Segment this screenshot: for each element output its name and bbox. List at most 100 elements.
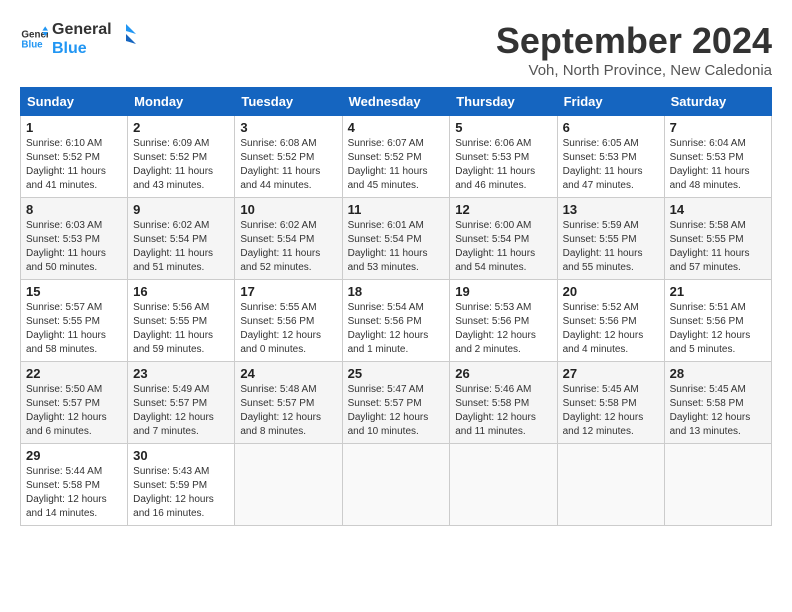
- calendar-cell: 7Sunrise: 6:04 AM Sunset: 5:53 PM Daylig…: [664, 116, 771, 198]
- calendar-cell: 8 Sunrise: 6:03 AM Sunset: 5:53 PM Daylig…: [21, 198, 128, 280]
- calendar-cell: 15 Sunrise: 5:57 AM Sunset: 5:55 PM Dayli…: [21, 280, 128, 362]
- day-number: 11: [348, 202, 445, 217]
- day-info: Sunrise: 6:02 AM Sunset: 5:54 PM Dayligh…: [240, 219, 336, 275]
- logo-blue: Blue: [52, 39, 112, 58]
- calendar-subtitle: Voh, North Province, New Caledonia: [496, 62, 772, 79]
- day-info: Sunrise: 5:46 AM Sunset: 5:58 PM Dayligh…: [455, 383, 551, 439]
- calendar-cell: [557, 444, 664, 526]
- calendar-cell: 4 Sunrise: 6:07 AM Sunset: 5:52 PM Daylig…: [342, 116, 450, 198]
- day-number: 10: [240, 202, 336, 217]
- day-info: Sunrise: 6:01 AM Sunset: 5:54 PM Dayligh…: [348, 219, 445, 275]
- calendar-cell: 16 Sunrise: 5:56 AM Sunset: 5:55 PM Dayli…: [128, 280, 235, 362]
- day-info: Sunrise: 5:52 AM Sunset: 5:56 PM Dayligh…: [563, 301, 659, 357]
- day-number: 1: [26, 120, 122, 135]
- day-number: 28: [670, 366, 766, 381]
- calendar-week-row: 1 Sunrise: 6:10 AM Sunset: 5:52 PM Daylig…: [21, 116, 772, 198]
- weekday-header-thursday: Thursday: [450, 88, 557, 116]
- day-info: Sunrise: 6:06 AM Sunset: 5:53 PM Dayligh…: [455, 137, 551, 193]
- day-number: 26: [455, 366, 551, 381]
- calendar-cell: 2Sunrise: 6:09 AM Sunset: 5:52 PM Daylig…: [128, 116, 235, 198]
- day-number: 25: [348, 366, 445, 381]
- calendar-cell: 6Sunrise: 6:05 AM Sunset: 5:53 PM Daylig…: [557, 116, 664, 198]
- day-info: Sunrise: 5:54 AM Sunset: 5:56 PM Dayligh…: [348, 301, 445, 357]
- calendar-cell: 20Sunrise: 5:52 AM Sunset: 5:56 PM Dayli…: [557, 280, 664, 362]
- calendar-cell: 24Sunrise: 5:48 AM Sunset: 5:57 PM Dayli…: [235, 362, 342, 444]
- weekday-header-wednesday: Wednesday: [342, 88, 450, 116]
- logo-icon: General Blue: [20, 25, 48, 53]
- day-number: 14: [670, 202, 766, 217]
- day-info: Sunrise: 6:10 AM Sunset: 5:52 PM Dayligh…: [26, 137, 122, 193]
- calendar-cell: [664, 444, 771, 526]
- day-number: 27: [563, 366, 659, 381]
- calendar-cell: 12 Sunrise: 6:00 AM Sunset: 5:54 PM Dayli…: [450, 198, 557, 280]
- day-number: 18: [348, 284, 445, 299]
- day-info: Sunrise: 6:09 AM Sunset: 5:52 PM Dayligh…: [133, 137, 229, 193]
- calendar-cell: 21 Sunrise: 5:51 AM Sunset: 5:56 PM Dayli…: [664, 280, 771, 362]
- calendar-cell: [235, 444, 342, 526]
- day-number: 23: [133, 366, 229, 381]
- day-info: Sunrise: 5:50 AM Sunset: 5:57 PM Dayligh…: [26, 383, 122, 439]
- day-number: 5: [455, 120, 551, 135]
- calendar-week-row: 15 Sunrise: 5:57 AM Sunset: 5:55 PM Dayli…: [21, 280, 772, 362]
- calendar-cell: 22 Sunrise: 5:50 AM Sunset: 5:57 PM Dayli…: [21, 362, 128, 444]
- day-number: 16: [133, 284, 229, 299]
- logo-general: General: [52, 20, 112, 39]
- day-number: 29: [26, 448, 122, 463]
- calendar-cell: 1 Sunrise: 6:10 AM Sunset: 5:52 PM Daylig…: [21, 116, 128, 198]
- calendar-cell: 18 Sunrise: 5:54 AM Sunset: 5:56 PM Dayli…: [342, 280, 450, 362]
- calendar-cell: 5 Sunrise: 6:06 AM Sunset: 5:53 PM Daylig…: [450, 116, 557, 198]
- day-number: 17: [240, 284, 336, 299]
- calendar-cell: 3Sunrise: 6:08 AM Sunset: 5:52 PM Daylig…: [235, 116, 342, 198]
- day-number: 15: [26, 284, 122, 299]
- day-info: Sunrise: 6:05 AM Sunset: 5:53 PM Dayligh…: [563, 137, 659, 193]
- calendar-cell: 27 Sunrise: 5:45 AM Sunset: 5:58 PM Dayli…: [557, 362, 664, 444]
- calendar-week-row: 8 Sunrise: 6:03 AM Sunset: 5:53 PM Daylig…: [21, 198, 772, 280]
- day-info: Sunrise: 5:49 AM Sunset: 5:57 PM Dayligh…: [133, 383, 229, 439]
- calendar-cell: 11 Sunrise: 6:01 AM Sunset: 5:54 PM Dayli…: [342, 198, 450, 280]
- day-number: 13: [563, 202, 659, 217]
- calendar-cell: 30 Sunrise: 5:43 AM Sunset: 5:59 PM Dayli…: [128, 444, 235, 526]
- day-info: Sunrise: 5:48 AM Sunset: 5:57 PM Dayligh…: [240, 383, 336, 439]
- day-info: Sunrise: 5:55 AM Sunset: 5:56 PM Dayligh…: [240, 301, 336, 357]
- weekday-header-saturday: Saturday: [664, 88, 771, 116]
- calendar-cell: 26 Sunrise: 5:46 AM Sunset: 5:58 PM Dayli…: [450, 362, 557, 444]
- day-info: Sunrise: 5:57 AM Sunset: 5:55 PM Dayligh…: [26, 301, 122, 357]
- page-header: General Blue General Blue September 2024…: [20, 20, 772, 79]
- day-info: Sunrise: 6:00 AM Sunset: 5:54 PM Dayligh…: [455, 219, 551, 275]
- calendar-cell: [342, 444, 450, 526]
- weekday-header-friday: Friday: [557, 88, 664, 116]
- calendar-cell: 19Sunrise: 5:53 AM Sunset: 5:56 PM Dayli…: [450, 280, 557, 362]
- day-number: 22: [26, 366, 122, 381]
- calendar-cell: 14 Sunrise: 5:58 AM Sunset: 5:55 PM Dayli…: [664, 198, 771, 280]
- logo: General Blue General Blue: [20, 20, 136, 58]
- day-info: Sunrise: 5:51 AM Sunset: 5:56 PM Dayligh…: [670, 301, 766, 357]
- calendar-week-row: 22 Sunrise: 5:50 AM Sunset: 5:57 PM Dayli…: [21, 362, 772, 444]
- calendar-cell: 23 Sunrise: 5:49 AM Sunset: 5:57 PM Dayli…: [128, 362, 235, 444]
- day-info: Sunrise: 5:45 AM Sunset: 5:58 PM Dayligh…: [670, 383, 766, 439]
- day-info: Sunrise: 5:44 AM Sunset: 5:58 PM Dayligh…: [26, 465, 122, 521]
- day-info: Sunrise: 6:07 AM Sunset: 5:52 PM Dayligh…: [348, 137, 445, 193]
- calendar-title: September 2024: [496, 20, 772, 62]
- day-number: 30: [133, 448, 229, 463]
- weekday-header-row: SundayMondayTuesdayWednesdayThursdayFrid…: [21, 88, 772, 116]
- calendar-cell: [450, 444, 557, 526]
- day-info: Sunrise: 5:58 AM Sunset: 5:55 PM Dayligh…: [670, 219, 766, 275]
- calendar-cell: 25 Sunrise: 5:47 AM Sunset: 5:57 PM Dayli…: [342, 362, 450, 444]
- day-info: Sunrise: 6:04 AM Sunset: 5:53 PM Dayligh…: [670, 137, 766, 193]
- day-number: 4: [348, 120, 445, 135]
- calendar-header: September 2024 Voh, North Province, New …: [496, 20, 772, 79]
- day-info: Sunrise: 6:03 AM Sunset: 5:53 PM Dayligh…: [26, 219, 122, 275]
- day-number: 21: [670, 284, 766, 299]
- logo-arrow-icon: [116, 24, 136, 54]
- day-number: 12: [455, 202, 551, 217]
- day-info: Sunrise: 5:45 AM Sunset: 5:58 PM Dayligh…: [563, 383, 659, 439]
- day-info: Sunrise: 5:43 AM Sunset: 5:59 PM Dayligh…: [133, 465, 229, 521]
- calendar-cell: 10 Sunrise: 6:02 AM Sunset: 5:54 PM Dayli…: [235, 198, 342, 280]
- day-info: Sunrise: 5:47 AM Sunset: 5:57 PM Dayligh…: [348, 383, 445, 439]
- day-info: Sunrise: 5:53 AM Sunset: 5:56 PM Dayligh…: [455, 301, 551, 357]
- day-info: Sunrise: 5:56 AM Sunset: 5:55 PM Dayligh…: [133, 301, 229, 357]
- day-info: Sunrise: 6:08 AM Sunset: 5:52 PM Dayligh…: [240, 137, 336, 193]
- day-info: Sunrise: 5:59 AM Sunset: 5:55 PM Dayligh…: [563, 219, 659, 275]
- day-number: 8: [26, 202, 122, 217]
- calendar-cell: 9Sunrise: 6:02 AM Sunset: 5:54 PM Daylig…: [128, 198, 235, 280]
